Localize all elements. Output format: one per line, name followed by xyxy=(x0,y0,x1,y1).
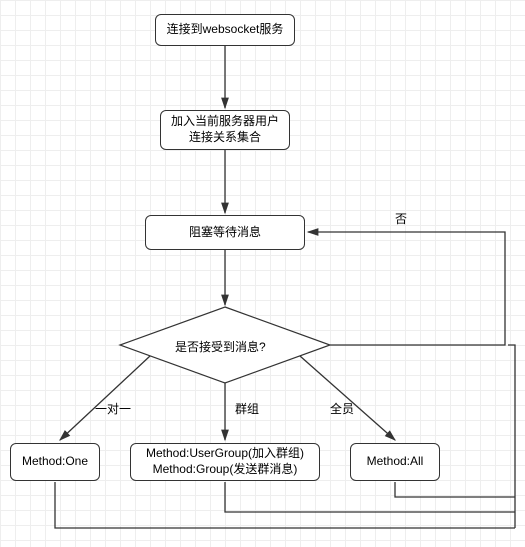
line1: 加入当前服务器用户 xyxy=(171,114,279,128)
node-text: Method:All xyxy=(367,454,424,470)
node-text: 连接到websocket服务 xyxy=(167,22,284,38)
node-text: Method:One xyxy=(22,454,88,470)
node-wait-message: 阻塞等待消息 xyxy=(145,215,305,250)
node-text: 加入当前服务器用户 连接关系集合 xyxy=(171,114,279,145)
edge-merge-up xyxy=(508,345,515,528)
edge-no-back xyxy=(308,232,505,345)
edge-label-one: 一对一 xyxy=(95,400,131,417)
decision-text: 是否接受到消息? xyxy=(175,338,266,355)
edge-d1-m1 xyxy=(60,356,150,440)
node-method-one: Method:One xyxy=(10,443,100,481)
edge-m3-out xyxy=(395,482,515,497)
line1: Method:UserGroup(加入群组) xyxy=(146,446,304,460)
edge-label-all: 全员 xyxy=(330,400,354,417)
edge-m1-out xyxy=(55,482,515,528)
line2: Method:Group(发送群消息) xyxy=(153,462,298,476)
node-method-group: Method:UserGroup(加入群组) Method:Group(发送群消… xyxy=(130,443,320,481)
node-method-all: Method:All xyxy=(350,443,440,481)
node-text: Method:UserGroup(加入群组) Method:Group(发送群消… xyxy=(146,446,304,477)
node-text: 阻塞等待消息 xyxy=(189,225,261,241)
decision-label: 是否接受到消息? xyxy=(175,340,266,354)
node-connect-websocket: 连接到websocket服务 xyxy=(155,14,295,46)
edge-d1-m3 xyxy=(300,356,395,440)
line2: 连接关系集合 xyxy=(189,130,261,144)
edge-label-no: 否 xyxy=(395,210,407,227)
node-join-collection: 加入当前服务器用户 连接关系集合 xyxy=(160,110,290,150)
edge-label-group: 群组 xyxy=(235,400,259,417)
